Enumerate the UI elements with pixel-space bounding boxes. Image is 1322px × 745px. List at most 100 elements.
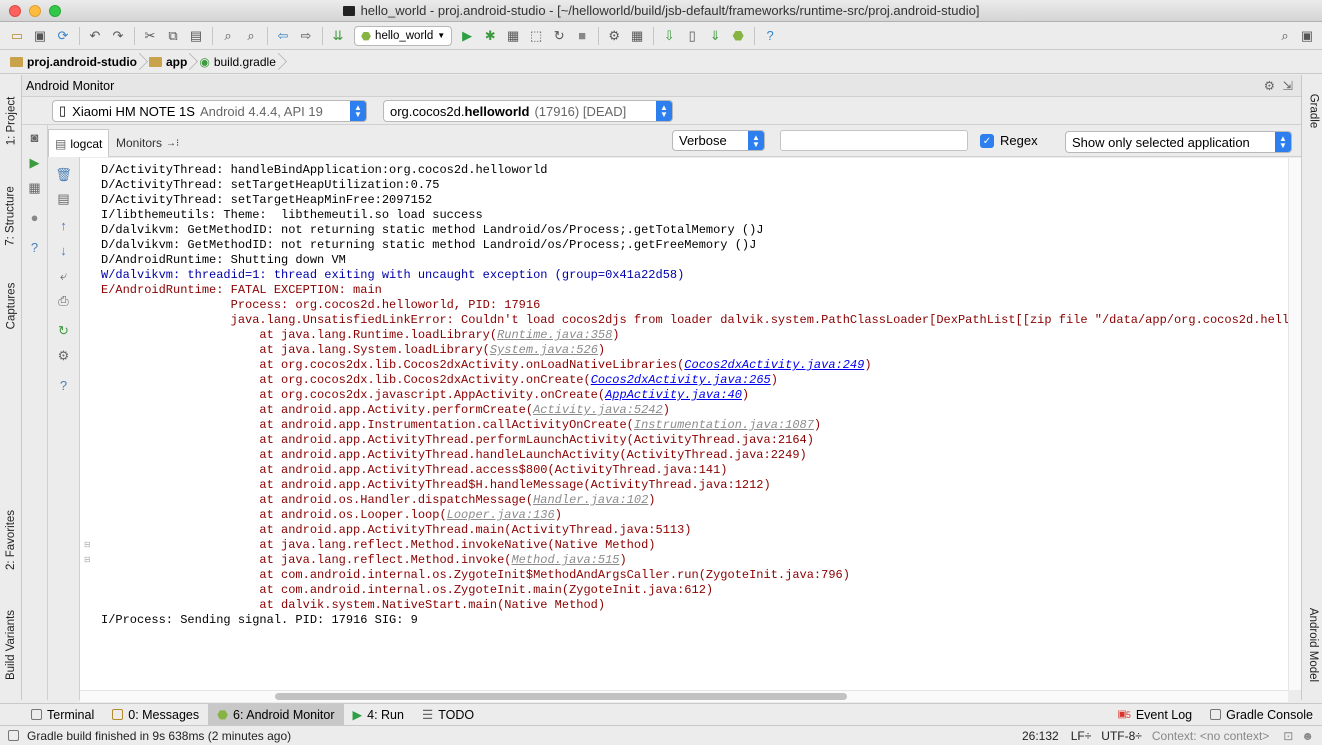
hide-panel-icon[interactable]: ⇲ — [1283, 78, 1293, 93]
fold-marker-icon[interactable]: ⊟ — [84, 555, 91, 564]
source-link[interactable]: Handler.java:102 — [533, 493, 648, 507]
tool-windows-icon[interactable] — [8, 730, 19, 741]
monitor-action-column: ◙ ▶ ▦ ● ? — [22, 125, 48, 700]
help-icon[interactable]: ? — [759, 25, 781, 47]
tool-tab-structure[interactable]: 7: Structure — [0, 171, 22, 261]
tab-logcat[interactable]: ▤ logcat — [48, 129, 110, 157]
rerun-icon[interactable]: ↻ — [548, 25, 570, 47]
scroll-to-end-icon[interactable]: ▤ — [48, 191, 79, 207]
logcat-search-input[interactable] — [780, 130, 968, 151]
settings-gear-icon[interactable]: ⚙ — [1264, 78, 1275, 93]
fold-marker-icon[interactable]: ⊟ — [84, 540, 91, 549]
find-icon[interactable]: ⌕ — [217, 25, 239, 47]
tool-tab-favorites[interactable]: 2: Favorites — [0, 495, 22, 585]
horizontal-scrollbar[interactable] — [80, 690, 1288, 702]
open-folder-icon[interactable]: ▭ — [6, 25, 28, 47]
paste-icon[interactable]: ▤ — [185, 25, 207, 47]
breadcrumb-item[interactable]: ◉ build.gradle — [195, 51, 284, 74]
project-structure-icon[interactable]: ⚙ — [603, 25, 625, 47]
system-info-icon[interactable]: ▦ — [22, 180, 47, 196]
print-icon[interactable]: ⎙ — [48, 293, 79, 309]
stop-icon[interactable]: ■ — [571, 25, 593, 47]
copy-icon[interactable]: ⧉ — [162, 25, 184, 47]
source-link[interactable]: System.java:526 — [490, 343, 598, 357]
stop-process-icon[interactable]: ● — [22, 210, 47, 225]
device-select[interactable]: ▯ Xiaomi HM NOTE 1S Android 4.4.4, API 1… — [52, 100, 367, 122]
logcat-action-column: 🗑 ▤ ↑ ↓ ⤶ ⎙ ↻ ⚙ ? — [48, 125, 80, 700]
process-select[interactable]: org.cocos2d. helloworld (17916) [DEAD] ▲ ▼ — [383, 100, 673, 122]
logcat-output[interactable]: D/ActivityThread: handleBindApplication:… — [80, 158, 1288, 690]
source-link[interactable]: Activity.java:5242 — [533, 403, 663, 417]
sync-icon[interactable]: ⟳ — [52, 25, 74, 47]
inspector-icon[interactable]: ☻ — [1301, 729, 1314, 743]
clear-logcat-icon[interactable]: 🗑 — [48, 167, 79, 183]
screenshot-icon[interactable]: ◙ — [22, 130, 47, 145]
source-link[interactable]: Looper.java:136 — [447, 508, 555, 522]
event-log-panel-icon[interactable]: ▣ — [1296, 25, 1318, 47]
run-icon[interactable]: ▶ — [456, 25, 478, 47]
bottom-tab-todo[interactable]: ☰ TODO — [413, 704, 483, 726]
tool-tab-android-model[interactable]: Android Model — [1302, 595, 1322, 695]
source-link[interactable]: Cocos2dxActivity.java:249 — [684, 358, 864, 372]
lock-icon[interactable]: ⊡ — [1283, 729, 1293, 743]
forward-icon[interactable]: ⇨ — [295, 25, 317, 47]
source-link[interactable]: Instrumentation.java:1087 — [634, 418, 814, 432]
attach-debugger-icon[interactable]: ⬚ — [525, 25, 547, 47]
gradle-sync-icon[interactable]: ⇩ — [658, 25, 680, 47]
bottom-tab-gradle-console[interactable]: Gradle Console — [1201, 704, 1322, 726]
bottom-tab-messages[interactable]: 0: Messages — [103, 704, 208, 726]
bottom-tab-event-log[interactable]: ▣ 5 Event Log — [1108, 704, 1201, 726]
undo-icon[interactable]: ↶ — [84, 25, 106, 47]
tab-monitors[interactable]: Monitors →⁝ — [110, 129, 185, 157]
bottom-tab-terminal[interactable]: Terminal — [22, 704, 103, 726]
tool-tab-build-variants[interactable]: Build Variants — [0, 595, 22, 695]
minimize-window-button[interactable] — [29, 5, 41, 17]
breadcrumb-item[interactable]: proj.android-studio — [6, 51, 145, 74]
help-icon[interactable]: ? — [48, 378, 79, 393]
android-device-monitor-icon[interactable]: ⬣ — [727, 25, 749, 47]
settings-gear-icon[interactable]: ⚙ — [48, 348, 79, 364]
source-link[interactable]: Cocos2dxActivity.java:265 — [591, 373, 771, 387]
log-level-select[interactable]: Verbose ▲ ▼ — [672, 130, 765, 151]
make-project-icon[interactable]: ⇊ — [327, 25, 349, 47]
source-link[interactable]: Method.java:515 — [511, 553, 619, 567]
file-encoding[interactable]: UTF-8÷ — [1101, 729, 1142, 743]
sdk-download-icon[interactable]: ⇓ — [704, 25, 726, 47]
close-window-button[interactable] — [9, 5, 21, 17]
redo-icon[interactable]: ↷ — [107, 25, 129, 47]
run-configuration-select[interactable]: ⬣ hello_world ▼ — [354, 25, 453, 46]
up-arrow-icon[interactable]: ↑ — [48, 218, 79, 233]
caret-position[interactable]: 26:132 — [1022, 729, 1059, 743]
help-icon[interactable]: ? — [22, 240, 47, 255]
bottom-tab-android-monitor[interactable]: ⬣ 6: Android Monitor — [208, 703, 344, 726]
line-separator[interactable]: LF÷ — [1071, 729, 1092, 743]
tool-tab-gradle[interactable]: Gradle — [1302, 81, 1322, 141]
zoom-window-button[interactable] — [49, 5, 61, 17]
log-line-text: ) — [741, 388, 750, 402]
down-arrow-icon[interactable]: ↓ — [48, 243, 79, 258]
source-link[interactable]: AppActivity.java:40 — [605, 388, 742, 402]
source-link[interactable]: Runtime.java:358 — [497, 328, 612, 342]
scrollbar-thumb[interactable] — [275, 693, 847, 700]
tool-tab-project[interactable]: 1: Project — [0, 81, 22, 161]
restart-icon[interactable]: ↻ — [48, 323, 79, 339]
search-everywhere-icon[interactable]: ⌕ — [1274, 25, 1296, 47]
soft-wrap-icon[interactable]: ⤶ — [48, 268, 79, 284]
avd-manager-icon[interactable]: ▯ — [681, 25, 703, 47]
filter-select[interactable]: Show only selected application ▲ ▼ — [1065, 131, 1292, 153]
sdk-manager-icon[interactable]: ▦ — [626, 25, 648, 47]
vertical-scrollbar[interactable] — [1288, 158, 1301, 690]
coverage-icon[interactable]: ▦ — [502, 25, 524, 47]
save-icon[interactable]: ▣ — [29, 25, 51, 47]
cut-icon[interactable]: ✂ — [139, 25, 161, 47]
debug-icon[interactable]: ✱ — [479, 25, 501, 47]
breadcrumb-item[interactable]: app — [145, 51, 195, 74]
log-line: at java.lang.reflect.Method.invokeNative… — [101, 538, 1288, 553]
bottom-tab-run[interactable]: ▶ 4: Run — [344, 704, 413, 726]
main-toolbar: ▭ ▣ ⟳ ↶ ↷ ✂ ⧉ ▤ ⌕ ⌕ ⇦ ⇨ ⇊ ⬣ hello_world … — [0, 22, 1322, 50]
back-icon[interactable]: ⇦ — [272, 25, 294, 47]
replace-icon[interactable]: ⌕ — [240, 25, 262, 47]
tool-tab-captures[interactable]: Captures — [0, 271, 22, 341]
regex-checkbox[interactable]: ✓ — [980, 134, 994, 148]
screen-record-icon[interactable]: ▶ — [22, 155, 47, 171]
